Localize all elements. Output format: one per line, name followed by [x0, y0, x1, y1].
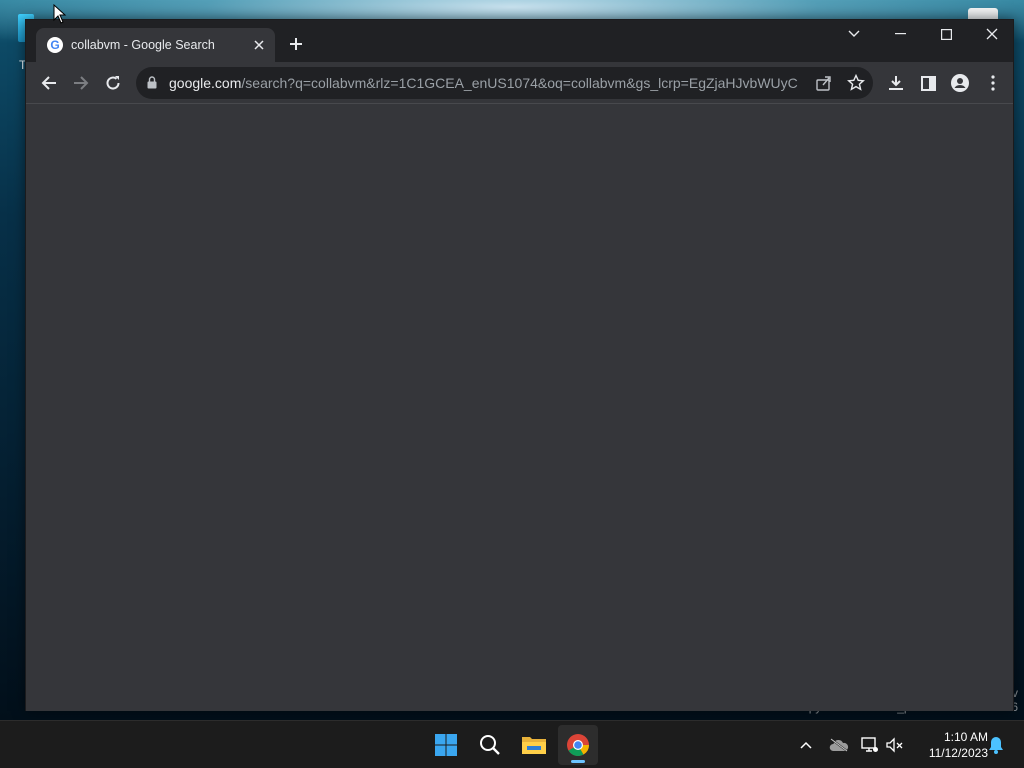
arrow-right-icon	[74, 76, 89, 90]
tab-close-button[interactable]	[249, 35, 269, 55]
url-text[interactable]: google.com/search?q=collabvm&rlz=1C1GCEA…	[169, 75, 799, 91]
network-icon	[861, 737, 878, 752]
tab-strip: G collabvm - Google Search	[26, 20, 1013, 62]
clock-time: 1:10 AM	[943, 730, 988, 744]
active-app-indicator	[571, 760, 585, 763]
close-icon	[986, 28, 998, 40]
maximize-icon	[940, 28, 952, 40]
show-hidden-icons-button[interactable]	[796, 733, 816, 757]
forward-button[interactable]	[65, 67, 97, 99]
url-path: /search?q=collabvm&rlz=1C1GCEA_enUS1074&…	[241, 75, 799, 91]
onedrive-tray-button[interactable]	[827, 733, 851, 757]
maximize-button[interactable]	[923, 20, 969, 48]
plus-icon	[290, 38, 302, 50]
tab-collabvm-search[interactable]: G collabvm - Google Search	[36, 28, 275, 62]
google-g-icon: G	[47, 37, 63, 53]
volume-tray-button[interactable]	[884, 733, 906, 757]
chevron-down-icon	[848, 30, 860, 37]
taskbar: 1:10 AM 11/12/2023	[0, 720, 1024, 768]
profile-button[interactable]	[944, 67, 976, 99]
mouse-pointer-icon	[53, 4, 67, 24]
tab-title: collabvm - Google Search	[71, 38, 215, 52]
volume-muted-icon	[886, 737, 903, 753]
reload-icon	[106, 76, 120, 90]
file-explorer-icon	[522, 737, 546, 754]
system-clock[interactable]: 1:10 AM 11/12/2023	[912, 729, 988, 761]
clock-date: 11/12/2023	[928, 746, 988, 760]
search-icon	[480, 735, 500, 755]
tab-search-button[interactable]	[831, 20, 877, 48]
back-button[interactable]	[33, 67, 65, 99]
menu-button[interactable]	[977, 67, 1009, 99]
notifications-button[interactable]	[986, 733, 1006, 757]
chrome-taskbar-button[interactable]	[558, 725, 598, 765]
minimize-button[interactable]	[877, 20, 923, 48]
download-icon	[889, 76, 903, 90]
chevron-up-icon	[800, 741, 812, 749]
side-panel-button[interactable]	[912, 67, 944, 99]
new-tab-button[interactable]	[284, 33, 308, 57]
close-window-button[interactable]	[969, 20, 1015, 48]
file-explorer-button[interactable]	[514, 725, 554, 765]
network-tray-button[interactable]	[858, 733, 882, 757]
bookmark-star-icon[interactable]	[846, 73, 866, 98]
downloads-button[interactable]	[880, 67, 912, 99]
start-button[interactable]	[426, 725, 466, 765]
profile-avatar-icon	[951, 74, 969, 92]
address-bar[interactable]: google.com/search?q=collabvm&rlz=1C1GCEA…	[136, 67, 873, 99]
browser-toolbar: google.com/search?q=collabvm&rlz=1C1GCEA…	[26, 62, 1013, 104]
lock-icon[interactable]	[147, 76, 157, 94]
taskbar-search-button[interactable]	[470, 725, 510, 765]
side-panel-icon	[920, 75, 936, 91]
close-icon	[254, 40, 264, 50]
start-icon	[435, 734, 457, 756]
browser-window: G collabvm - Google Search google.com/se…	[25, 19, 1014, 711]
kebab-menu-icon	[991, 75, 995, 91]
arrow-left-icon	[41, 76, 56, 90]
cloud-offline-icon	[829, 738, 849, 752]
bell-icon	[989, 737, 1003, 754]
share-icon[interactable]	[814, 73, 834, 98]
page-content	[26, 105, 1013, 711]
chrome-icon	[567, 734, 589, 756]
minimize-icon	[894, 33, 906, 35]
url-host: google.com	[169, 75, 242, 91]
reload-button[interactable]	[97, 67, 129, 99]
